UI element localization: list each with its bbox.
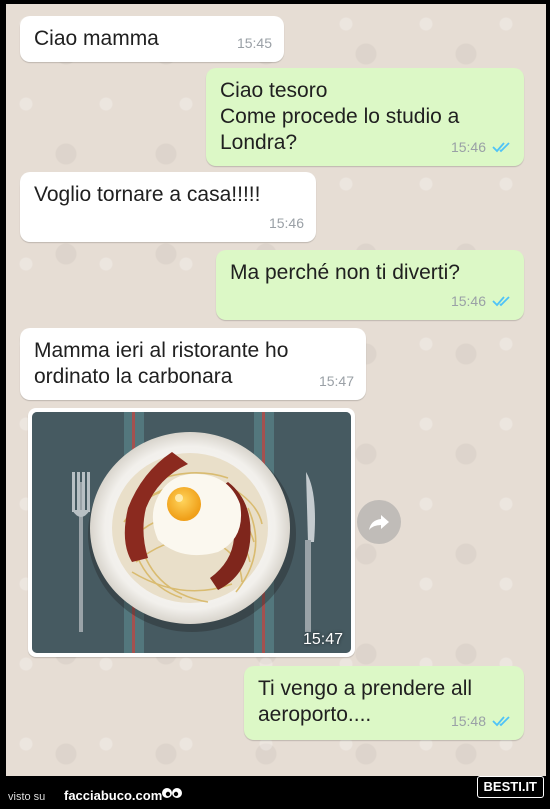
message-time: 15:45 (236, 35, 272, 51)
double-check-icon (492, 142, 510, 153)
message-time: 15:46 (450, 139, 486, 155)
site-name: facciabuco.com (64, 788, 163, 803)
besti-badge: BESTI.IT (476, 776, 544, 798)
message-meta: 15:46 (451, 288, 512, 314)
message-meta: 15:47 (319, 368, 354, 394)
message-text: Ma perché non ti diverti? (230, 261, 460, 284)
share-arrow-icon (369, 515, 389, 530)
message-time: 15:46 (450, 293, 486, 309)
message-meta: 15:45 (237, 30, 272, 56)
visto-su-label: visto su (8, 791, 46, 803)
message-time: 15:47 (302, 631, 343, 648)
message-incoming[interactable]: Mamma ieri al ristorante ho ordinato la … (20, 328, 366, 400)
forward-button[interactable] (357, 500, 401, 544)
message-meta: 15:46 (451, 134, 512, 160)
photo-message[interactable]: 15:47 (28, 408, 355, 657)
message-time: 15:48 (450, 713, 486, 729)
eyes-icon (162, 788, 182, 798)
message-outgoing[interactable]: Ciao tesoro Come procede lo studio a Lon… (206, 68, 524, 166)
message-meta: 15:48 (451, 708, 512, 734)
message-text: Voglio tornare a casa!!!!! (34, 183, 261, 206)
message-time: 15:47 (318, 373, 354, 389)
double-check-icon (492, 716, 510, 727)
message-text: Ciao mamma (34, 27, 159, 50)
message-text: Mamma ieri al ristorante ho ordinato la … (34, 339, 289, 388)
message-incoming[interactable]: Ciao mamma 15:45 (20, 16, 284, 62)
double-check-icon (492, 296, 510, 307)
message-incoming[interactable]: Voglio tornare a casa!!!!! 15:46 (20, 172, 316, 242)
chat-area: Ciao mamma 15:45 Ciao tesoro Come proced… (6, 4, 546, 776)
message-outgoing[interactable]: Ti vengo a prendere all aeroporto.... 15… (244, 666, 524, 740)
message-meta: 15:46 (269, 210, 304, 236)
carbonara-photo (32, 412, 351, 653)
message-outgoing[interactable]: Ma perché non ti diverti? 15:46 (216, 250, 524, 320)
message-time: 15:46 (268, 215, 304, 231)
watermark-footer: visto su facciabuco.com BESTI.IT (0, 776, 550, 809)
